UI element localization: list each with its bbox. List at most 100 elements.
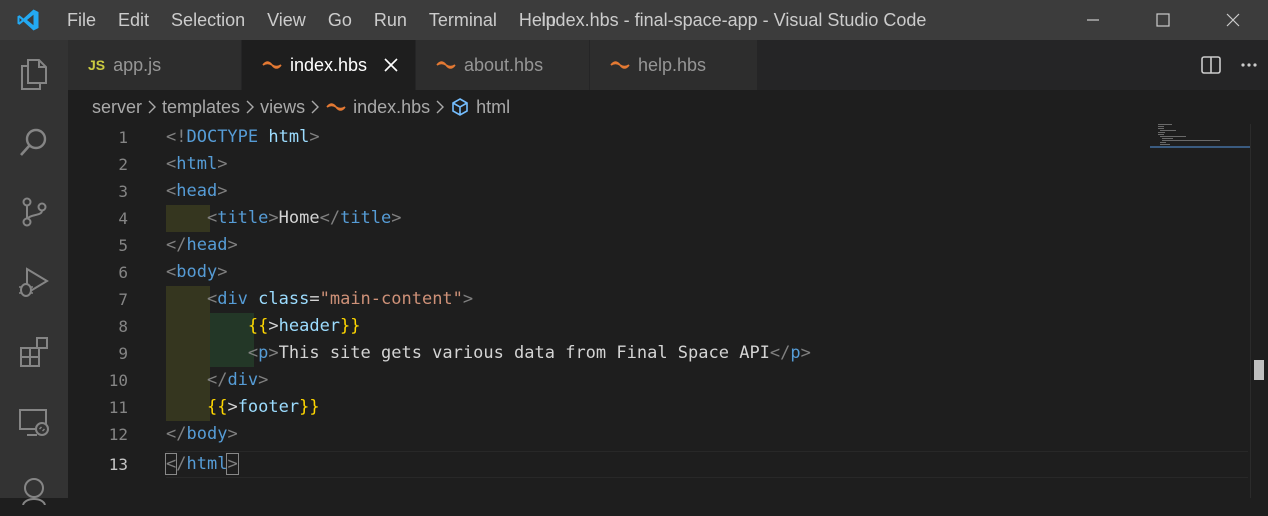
editor-tab-bar: JS app.js index.hbs about.hbs help.hbs <box>68 40 1268 90</box>
menu-selection[interactable]: Selection <box>160 0 256 40</box>
chevron-right-icon <box>147 100 157 114</box>
code-editor[interactable]: 1 <!DOCTYPE html> 2 <html> 3 <head> 4 <t… <box>68 124 1248 498</box>
account-button[interactable] <box>0 460 68 516</box>
handlebars-icon <box>610 60 630 70</box>
minimap[interactable] <box>1158 124 1250 154</box>
breadcrumb-file[interactable]: index.hbs <box>325 97 430 118</box>
window-controls <box>1058 0 1268 40</box>
maximize-button[interactable] <box>1128 0 1198 40</box>
code-line: 8 {{>header}} <box>68 313 1248 340</box>
code-line: 3 <head> <box>68 178 1248 205</box>
tab-label: index.hbs <box>290 54 368 75</box>
explorer-button[interactable] <box>0 46 68 102</box>
code-text: <div class="main-content"> <box>206 289 474 309</box>
tab-label: help.hbs <box>638 54 707 75</box>
line-number: 4 <box>118 209 128 228</box>
close-icon <box>384 58 398 72</box>
search-button[interactable] <box>0 114 68 170</box>
menu-bar: File Edit Selection View Go Run Terminal… <box>56 0 567 40</box>
code-line: 1 <!DOCTYPE html> <box>68 124 1248 151</box>
line-number: 6 <box>118 263 128 282</box>
title-bar: File Edit Selection View Go Run Terminal… <box>0 0 1268 40</box>
menu-go[interactable]: Go <box>317 0 363 40</box>
line-number: 13 <box>108 455 128 474</box>
menu-terminal[interactable]: Terminal <box>418 0 508 40</box>
code-text: <title>Home</title> <box>206 208 402 228</box>
line-number: 1 <box>118 128 128 147</box>
chevron-right-icon <box>435 100 445 114</box>
menu-view[interactable]: View <box>256 0 317 40</box>
chevron-right-icon <box>245 100 255 114</box>
explorer-icon <box>21 59 47 90</box>
line-number: 3 <box>118 182 128 201</box>
line-number: 9 <box>118 344 128 363</box>
line-number: 12 <box>108 425 128 444</box>
tab-app-js[interactable]: JS app.js <box>68 40 242 90</box>
menu-help[interactable]: Help <box>508 0 567 40</box>
line-number: 10 <box>108 371 128 390</box>
vscode-logo-icon <box>0 0 56 40</box>
line-number: 11 <box>108 398 128 417</box>
account-icon <box>22 478 46 505</box>
more-actions-icon <box>1241 63 1257 67</box>
tab-label: about.hbs <box>464 54 544 75</box>
code-line: 13 </html> <box>68 451 1248 478</box>
tab-about-hbs[interactable]: about.hbs <box>416 40 590 90</box>
code-line: 2 <html> <box>68 151 1248 178</box>
code-text: </div> <box>206 370 269 390</box>
split-editor-icon <box>1201 56 1221 74</box>
chevron-right-icon <box>310 100 320 114</box>
source-control-button[interactable] <box>0 184 68 240</box>
breadcrumb-views[interactable]: views <box>260 97 305 118</box>
close-window-button[interactable] <box>1198 0 1268 40</box>
code-line: 11 {{>footer}} <box>68 394 1248 421</box>
remote-explorer-button[interactable] <box>0 394 68 450</box>
close-icon <box>1226 13 1240 27</box>
minimize-button[interactable] <box>1058 0 1128 40</box>
vertical-scrollbar[interactable] <box>1250 124 1268 498</box>
minimize-icon <box>1087 19 1099 21</box>
line-number: 2 <box>118 155 128 174</box>
more-actions-button[interactable] <box>1230 40 1268 90</box>
handlebars-icon <box>326 103 346 111</box>
code-line: 10 </div> <box>68 367 1248 394</box>
scrollbar-thumb[interactable] <box>1254 360 1264 380</box>
code-line: 6 <body> <box>68 259 1248 286</box>
extensions-icon <box>20 337 48 367</box>
code-text: </head> <box>166 235 238 255</box>
menu-file[interactable]: File <box>56 0 107 40</box>
code-text: <body> <box>166 262 228 282</box>
source-control-icon <box>22 197 47 227</box>
code-text: {{>header}} <box>247 316 361 336</box>
remote-explorer-icon <box>19 409 49 436</box>
code-text: <html> <box>166 154 228 174</box>
run-debug-icon <box>19 267 49 297</box>
code-line: 5 </head> <box>68 232 1248 259</box>
code-text: {{>footer}} <box>206 397 320 417</box>
tab-index-hbs[interactable]: index.hbs <box>242 40 416 90</box>
menu-edit[interactable]: Edit <box>107 0 160 40</box>
run-debug-button[interactable] <box>0 254 68 310</box>
split-editor-button[interactable] <box>1192 40 1230 90</box>
javascript-file-icon: JS <box>88 57 106 73</box>
extensions-button[interactable] <box>0 324 68 380</box>
symbol-element-icon <box>452 98 468 116</box>
handlebars-icon <box>436 60 456 70</box>
code-text: </body> <box>166 424 238 444</box>
code-text: <p>This site gets various data from Fina… <box>247 343 811 363</box>
code-text: </html> <box>164 453 239 475</box>
code-line: 9 <p>This site gets various data from Fi… <box>68 340 1248 367</box>
search-icon <box>20 128 47 156</box>
menu-run[interactable]: Run <box>363 0 418 40</box>
breadcrumb-server[interactable]: server <box>92 97 142 118</box>
breadcrumb: server templates views index.hbs html <box>68 90 1248 124</box>
code-line: 12 </body> <box>68 421 1248 448</box>
tab-help-hbs[interactable]: help.hbs <box>590 40 758 90</box>
code-text: <!DOCTYPE html> <box>166 127 320 147</box>
line-number: 5 <box>118 236 128 255</box>
tab-close-button[interactable] <box>381 55 401 75</box>
breadcrumb-symbol-label: html <box>476 96 511 117</box>
breadcrumb-symbol[interactable]: html <box>450 97 510 118</box>
maximize-icon <box>1156 13 1170 27</box>
breadcrumb-templates[interactable]: templates <box>162 97 240 118</box>
